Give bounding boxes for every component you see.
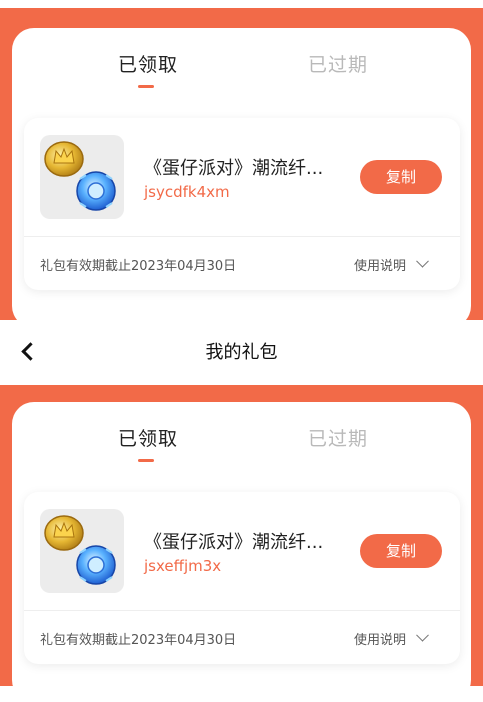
tab-claimed[interactable]: 已领取 <box>118 424 178 451</box>
active-tab-indicator <box>138 459 154 462</box>
chevron-down-icon <box>416 628 429 642</box>
active-tab-indicator <box>138 85 154 88</box>
usage-instructions-toggle[interactable]: 使用说明 <box>354 254 429 274</box>
gift-icon <box>40 509 124 593</box>
page-title: 我的礼包 <box>205 342 278 363</box>
gift-panel: 已领取 已过期 《蛋仔派对》潮流纤... <box>12 402 471 702</box>
gift-title: 《蛋仔派对》潮流纤... <box>144 158 324 179</box>
tab-claimed[interactable]: 已领取 <box>118 50 178 77</box>
gift-title: 《蛋仔派对》潮流纤... <box>144 532 324 553</box>
tab-bar: 已领取 已过期 <box>12 402 471 492</box>
gift-icon <box>40 135 124 219</box>
gift-card: 《蛋仔派对》潮流纤... jsxeffjm3x 复制 礼包有效期截止2023年0… <box>24 492 460 664</box>
usage-instructions-label: 使用说明 <box>354 633 407 648</box>
copy-button[interactable]: 复制 <box>360 160 442 194</box>
tab-expired[interactable]: 已过期 <box>308 424 368 451</box>
chevron-down-icon <box>416 254 429 268</box>
tab-bar: 已领取 已过期 <box>12 28 471 118</box>
gift-panel: 已领取 已过期 《蛋仔派对》潮流纤... <box>12 28 471 328</box>
usage-instructions-label: 使用说明 <box>354 259 407 274</box>
expiry-text: 礼包有效期截止2023年04月30日 <box>40 633 237 648</box>
gift-code: jsycdfk4xm <box>144 183 230 201</box>
expiry-text: 礼包有效期截止2023年04月30日 <box>40 259 237 274</box>
card-divider <box>24 236 460 237</box>
usage-instructions-toggle[interactable]: 使用说明 <box>354 628 429 648</box>
tab-expired[interactable]: 已过期 <box>308 50 368 77</box>
navigation-bar: 我的礼包 <box>0 320 483 385</box>
gift-card: 《蛋仔派对》潮流纤... jsycdfk4xm 复制 礼包有效期截止2023年0… <box>24 118 460 290</box>
card-divider <box>24 610 460 611</box>
top-gap <box>0 0 483 8</box>
copy-button[interactable]: 复制 <box>360 534 442 568</box>
gift-code: jsxeffjm3x <box>144 557 222 575</box>
